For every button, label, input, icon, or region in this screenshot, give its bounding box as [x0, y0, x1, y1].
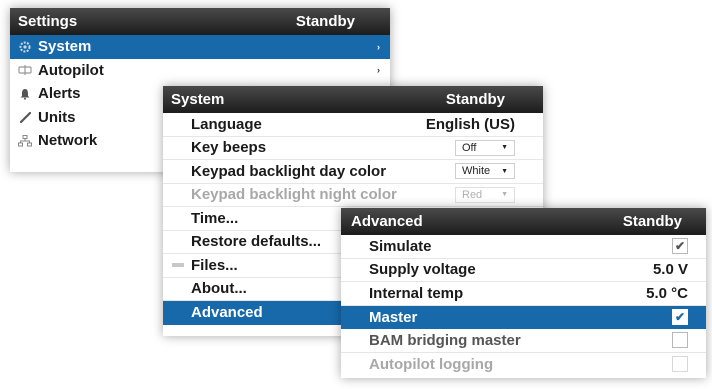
folder-icon: [169, 258, 187, 272]
supply-voltage-row: Supply voltage 5.0 V: [341, 259, 706, 282]
day-color-label: Keypad backlight day color: [191, 162, 387, 180]
master-row[interactable]: Master ✔: [341, 305, 706, 329]
key-beeps-dropdown[interactable]: Off ▼: [455, 139, 515, 156]
bell-icon: [16, 87, 34, 101]
system-status: Standby: [445, 91, 505, 108]
ruler-icon: [16, 110, 34, 124]
simulate-row[interactable]: Simulate ✔: [341, 235, 706, 259]
supply-voltage-label: Supply voltage: [369, 261, 476, 279]
settings-item-label: Autopilot: [38, 61, 104, 79]
settings-titlebar: Settings Standby: [10, 8, 390, 35]
settings-item-autopilot[interactable]: Autopilot ›: [10, 59, 390, 83]
night-color-row[interactable]: Keypad backlight night color Red ▼: [163, 184, 543, 207]
autopilot-logging-label: Autopilot logging: [369, 355, 494, 373]
bam-bridging-checkbox[interactable]: [672, 332, 688, 349]
advanced-status: Standby: [622, 213, 682, 230]
caret-down-icon: ▼: [501, 167, 508, 175]
master-checkbox[interactable]: ✔: [672, 309, 688, 326]
autopilot-icon: [16, 63, 34, 77]
settings-status: Standby: [295, 13, 355, 30]
master-label: Master: [369, 308, 418, 326]
gear-icon: [16, 40, 34, 54]
language-row[interactable]: Language English (US): [163, 113, 543, 137]
checkmark-icon: ✔: [674, 310, 686, 325]
bam-bridging-label: BAM bridging master: [369, 331, 521, 349]
autopilot-logging-row[interactable]: Autopilot logging: [341, 353, 706, 377]
day-color-value: White: [462, 165, 491, 178]
internal-temp-label: Internal temp: [369, 284, 464, 302]
simulate-label: Simulate: [369, 237, 432, 255]
night-color-label: Keypad backlight night color: [191, 186, 397, 204]
night-color-value: Red: [462, 188, 483, 201]
day-color-row[interactable]: Keypad backlight day color White ▼: [163, 160, 543, 184]
caret-down-icon: ▼: [501, 144, 508, 152]
advanced-panel: Advanced Standby Simulate ✔ Supply volta…: [341, 208, 706, 378]
advanced-titlebar: Advanced Standby: [341, 208, 706, 235]
checkmark-icon: ✔: [674, 239, 686, 254]
system-title: System: [171, 91, 225, 108]
day-color-dropdown[interactable]: White ▼: [455, 163, 515, 180]
supply-voltage-value: 5.0 V: [652, 261, 688, 279]
language-label: Language: [191, 115, 262, 133]
settings-title: Settings: [18, 13, 78, 30]
key-beeps-row[interactable]: Key beeps Off ▼: [163, 137, 543, 160]
advanced-title: Advanced: [351, 213, 423, 230]
simulate-checkbox[interactable]: ✔: [672, 238, 688, 255]
system-titlebar: System Standby: [163, 86, 543, 113]
internal-temp-row: Internal temp 5.0 °C: [341, 282, 706, 306]
bam-bridging-row[interactable]: BAM bridging master: [341, 329, 706, 353]
key-beeps-value: Off: [462, 141, 477, 154]
language-value: English (US): [425, 115, 515, 133]
internal-temp-value: 5.0 °C: [646, 284, 688, 302]
key-beeps-label: Key beeps: [191, 139, 267, 157]
caret-down-icon: ▼: [501, 191, 508, 199]
chevron-right-icon: ›: [377, 65, 380, 76]
network-icon: [16, 134, 34, 148]
chevron-right-icon: ›: [377, 41, 380, 52]
autopilot-logging-checkbox[interactable]: [672, 356, 688, 373]
settings-item-label: System: [38, 38, 92, 56]
night-color-dropdown[interactable]: Red ▼: [455, 186, 515, 203]
settings-item-system[interactable]: System ›: [10, 35, 390, 59]
